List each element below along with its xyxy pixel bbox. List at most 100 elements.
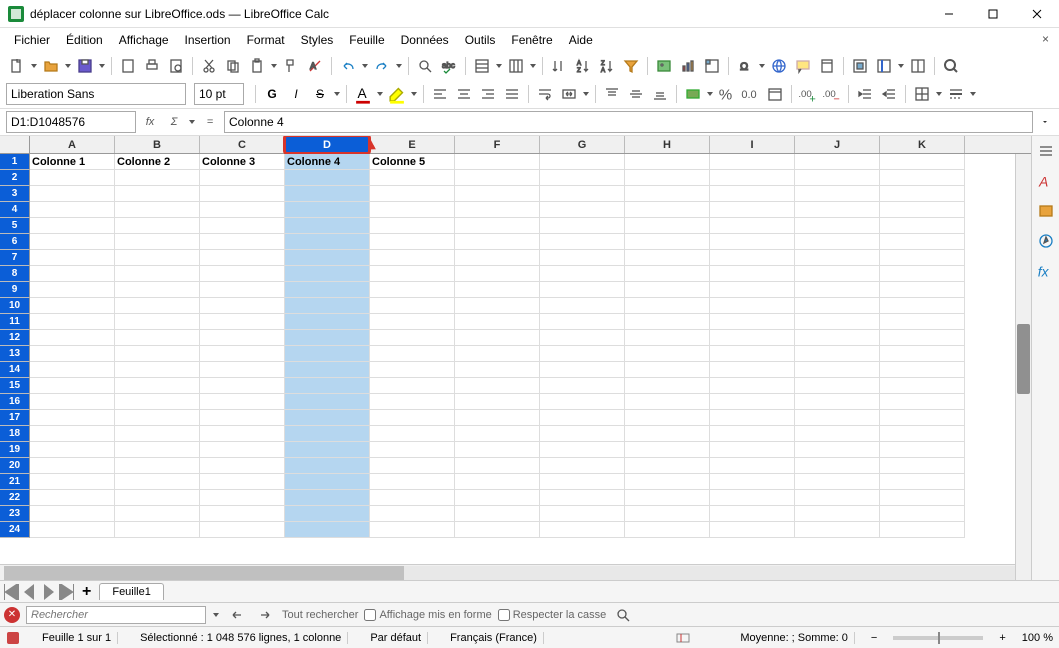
print-icon[interactable] <box>141 55 163 77</box>
font-size-input[interactable] <box>194 83 244 105</box>
cell[interactable] <box>540 154 625 170</box>
cell[interactable] <box>880 186 965 202</box>
highlight-dropdown[interactable] <box>410 92 418 96</box>
cell[interactable] <box>880 314 965 330</box>
cell[interactable] <box>285 394 370 410</box>
cell[interactable] <box>625 378 710 394</box>
cell[interactable] <box>200 378 285 394</box>
cell[interactable] <box>795 362 880 378</box>
find-all-label[interactable]: Tout rechercher <box>282 609 358 621</box>
cell[interactable] <box>455 506 540 522</box>
cell[interactable] <box>370 426 455 442</box>
font-color-icon[interactable]: A <box>352 83 374 105</box>
col-header-D[interactable]: D <box>285 136 370 153</box>
cell[interactable] <box>200 458 285 474</box>
cell[interactable]: Colonne 4 <box>285 154 370 170</box>
zoom-icon[interactable] <box>940 55 962 77</box>
cell[interactable] <box>285 490 370 506</box>
cell[interactable] <box>200 298 285 314</box>
cell[interactable] <box>370 362 455 378</box>
cell[interactable] <box>115 202 200 218</box>
col-header-H[interactable]: H <box>625 136 710 153</box>
cell[interactable] <box>625 474 710 490</box>
cell[interactable] <box>880 458 965 474</box>
cell[interactable] <box>30 266 115 282</box>
cell[interactable] <box>710 346 795 362</box>
cell[interactable] <box>540 346 625 362</box>
cell[interactable] <box>285 362 370 378</box>
cell[interactable] <box>285 506 370 522</box>
cell[interactable] <box>455 362 540 378</box>
row-header[interactable]: 23 <box>0 506 30 522</box>
cell[interactable] <box>710 186 795 202</box>
cell[interactable] <box>200 186 285 202</box>
save-icon[interactable] <box>74 55 96 77</box>
cell-reference-input[interactable] <box>6 111 136 133</box>
cell[interactable] <box>200 474 285 490</box>
chart-icon[interactable] <box>677 55 699 77</box>
cell[interactable] <box>370 170 455 186</box>
number-icon[interactable]: 0.0 <box>740 83 762 105</box>
row-header[interactable]: 1 <box>0 154 30 170</box>
cell[interactable] <box>795 202 880 218</box>
find-icon[interactable] <box>414 55 436 77</box>
cell[interactable] <box>625 170 710 186</box>
freeze-icon[interactable] <box>873 55 895 77</box>
cell[interactable] <box>200 522 285 538</box>
cell[interactable] <box>455 218 540 234</box>
cell[interactable] <box>625 426 710 442</box>
cell[interactable] <box>285 298 370 314</box>
menu-outils[interactable]: Outils <box>457 30 504 50</box>
cell[interactable] <box>880 170 965 186</box>
cell[interactable] <box>795 186 880 202</box>
sort-asc-icon[interactable]: AZ <box>572 55 594 77</box>
cell[interactable] <box>795 154 880 170</box>
row-header[interactable]: 20 <box>0 458 30 474</box>
highlight-icon[interactable] <box>386 83 408 105</box>
cell[interactable] <box>30 170 115 186</box>
date-icon[interactable] <box>764 83 786 105</box>
cell[interactable] <box>115 490 200 506</box>
valign-bottom-icon[interactable] <box>649 83 671 105</box>
cell[interactable] <box>285 250 370 266</box>
cell[interactable] <box>455 154 540 170</box>
cell[interactable] <box>540 298 625 314</box>
clone-format-icon[interactable] <box>280 55 302 77</box>
cell[interactable] <box>540 330 625 346</box>
cell[interactable] <box>625 442 710 458</box>
cell[interactable] <box>710 490 795 506</box>
cell[interactable] <box>540 202 625 218</box>
cell[interactable] <box>115 394 200 410</box>
font-color-dropdown[interactable] <box>376 92 384 96</box>
cell[interactable] <box>880 426 965 442</box>
find-prev-icon[interactable] <box>226 604 248 626</box>
cell[interactable] <box>30 490 115 506</box>
cell[interactable] <box>455 330 540 346</box>
cell[interactable] <box>625 394 710 410</box>
tab-prev-icon[interactable] <box>22 584 38 600</box>
row-header[interactable]: 4 <box>0 202 30 218</box>
cell[interactable] <box>30 378 115 394</box>
undo-dropdown[interactable] <box>361 64 369 68</box>
cell[interactable] <box>115 458 200 474</box>
equals-icon[interactable]: = <box>200 112 220 132</box>
align-center-icon[interactable] <box>453 83 475 105</box>
cell[interactable] <box>200 314 285 330</box>
cell[interactable] <box>285 330 370 346</box>
cell[interactable]: Colonne 3 <box>200 154 285 170</box>
cell[interactable] <box>370 522 455 538</box>
save-dropdown[interactable] <box>98 64 106 68</box>
paste-icon[interactable] <box>246 55 268 77</box>
cell[interactable] <box>115 314 200 330</box>
cell[interactable] <box>285 522 370 538</box>
cell[interactable] <box>795 314 880 330</box>
menu-affichage[interactable]: Affichage <box>111 30 177 50</box>
cell[interactable] <box>795 426 880 442</box>
cell[interactable] <box>285 234 370 250</box>
cell[interactable] <box>455 522 540 538</box>
cell[interactable] <box>795 490 880 506</box>
row-header[interactable]: 16 <box>0 394 30 410</box>
cell[interactable] <box>710 330 795 346</box>
undo-icon[interactable] <box>337 55 359 77</box>
borders-icon[interactable] <box>911 83 933 105</box>
